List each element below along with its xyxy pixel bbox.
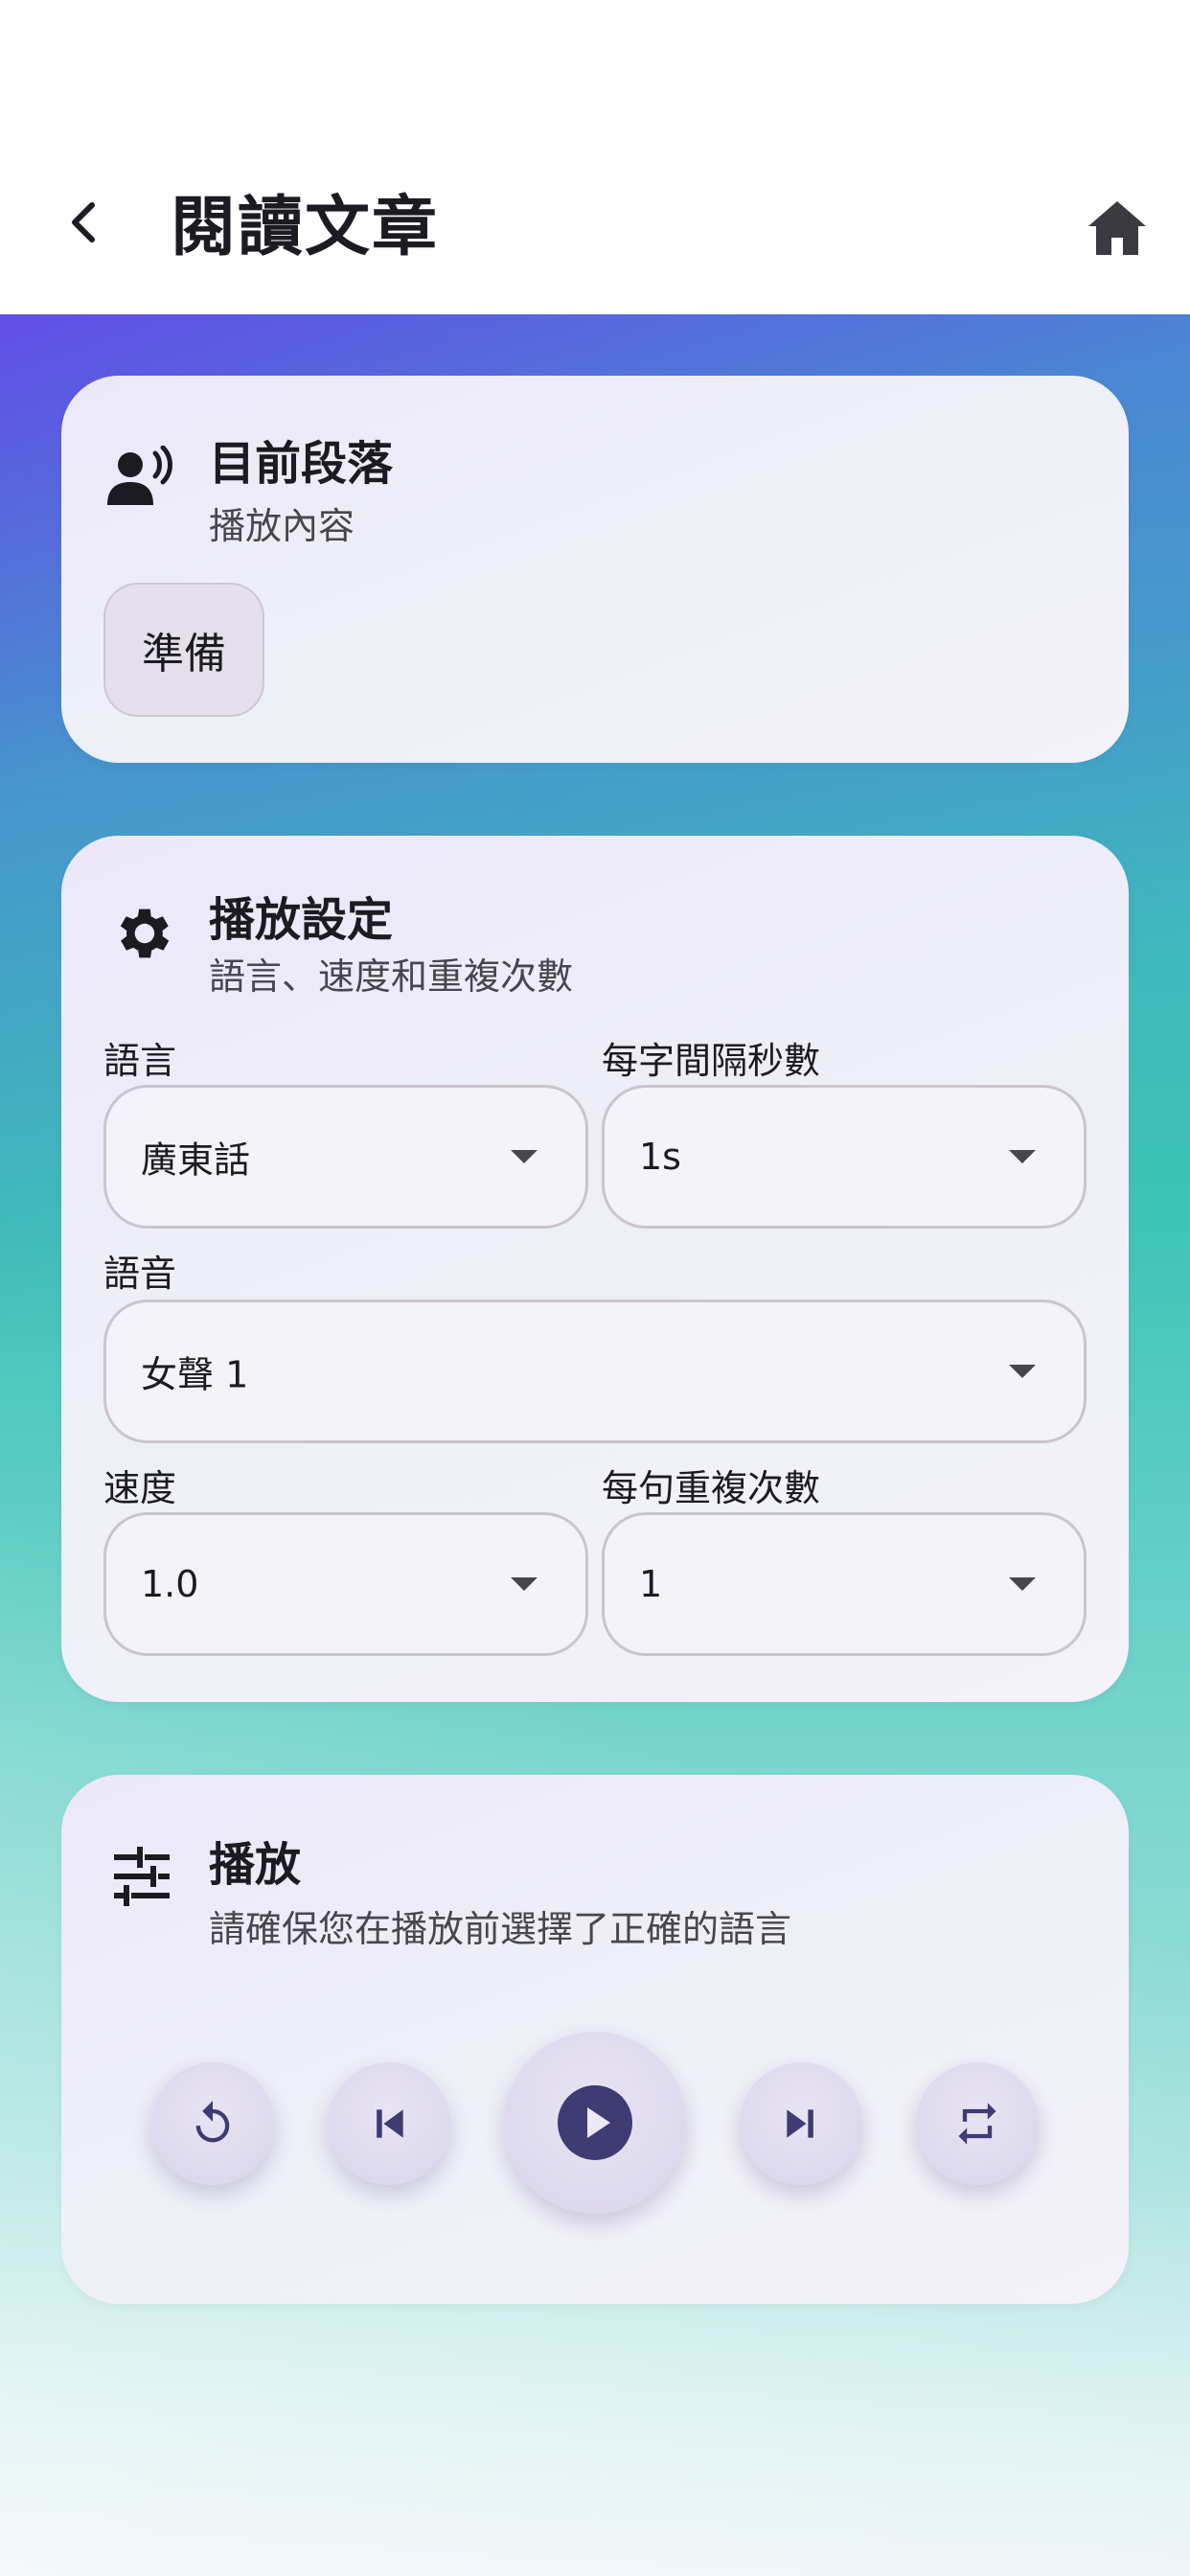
skip-next-icon xyxy=(787,2109,813,2138)
card-subtitle: 語言、速度和重複次數 xyxy=(209,955,574,998)
interval-value: 1s xyxy=(639,1136,681,1178)
card-title: 播放 xyxy=(209,1838,302,1892)
interval-label: 每字間隔秒數 xyxy=(602,1040,821,1082)
card-title: 播放設定 xyxy=(209,893,394,947)
chevron-left-icon xyxy=(72,202,95,242)
play-icon xyxy=(558,2085,632,2160)
dropdown-arrow-icon xyxy=(1009,1577,1036,1591)
voice-value: 女聲 1 xyxy=(141,1353,249,1396)
dropdown-arrow-icon xyxy=(1009,1365,1036,1378)
repeat-button[interactable] xyxy=(916,2062,1039,2185)
app-bar: 閱讀文章 xyxy=(0,0,1190,314)
language-value: 廣東話 xyxy=(141,1138,251,1182)
repeat-value: 1 xyxy=(639,1563,663,1605)
replay-icon xyxy=(195,2101,230,2143)
language-dropdown[interactable]: 廣東話 xyxy=(103,1085,588,1229)
dropdown-arrow-icon xyxy=(511,1577,538,1591)
status-button[interactable]: 準備 xyxy=(103,583,264,717)
repeat-label: 每句重複次數 xyxy=(602,1467,821,1509)
previous-button[interactable] xyxy=(328,2062,450,2185)
gear-icon xyxy=(103,895,180,972)
next-button[interactable] xyxy=(740,2062,862,2185)
interval-dropdown[interactable]: 1s xyxy=(602,1085,1087,1229)
dropdown-arrow-icon xyxy=(1009,1150,1036,1163)
repeat-dropdown[interactable]: 1 xyxy=(602,1512,1087,1656)
card-subtitle: 請確保您在播放前選擇了正確的語言 xyxy=(209,1908,792,1950)
voice-label: 語音 xyxy=(103,1253,177,1295)
speed-label: 速度 xyxy=(103,1467,177,1509)
dropdown-arrow-icon xyxy=(511,1150,538,1163)
speed-dropdown[interactable]: 1.0 xyxy=(103,1512,588,1656)
current-paragraph-card: 目前段落 播放內容 準備 xyxy=(61,376,1129,763)
home-button[interactable] xyxy=(1081,192,1154,264)
record-voice-icon xyxy=(103,439,180,516)
repeat-icon xyxy=(958,2103,996,2145)
skip-previous-icon xyxy=(377,2109,403,2138)
replay-button[interactable] xyxy=(151,2062,274,2185)
playback-card: 播放 請確保您在播放前選擇了正確的語言 xyxy=(61,1775,1129,2304)
language-label: 語言 xyxy=(103,1040,177,1082)
play-button[interactable] xyxy=(504,2032,686,2214)
page-title: 閱讀文章 xyxy=(171,190,440,265)
voice-dropdown[interactable]: 女聲 1 xyxy=(103,1300,1087,1443)
speed-value: 1.0 xyxy=(141,1563,199,1605)
card-title: 目前段落 xyxy=(209,437,394,491)
back-button[interactable] xyxy=(54,188,115,257)
playback-settings-card: 播放設定 語言、速度和重複次數 語言 每字間隔秒數 廣東話 1s 語音 女聲 1… xyxy=(61,836,1129,1702)
card-subtitle: 播放內容 xyxy=(209,505,355,547)
tune-icon xyxy=(103,1838,180,1915)
home-icon xyxy=(1088,201,1146,255)
